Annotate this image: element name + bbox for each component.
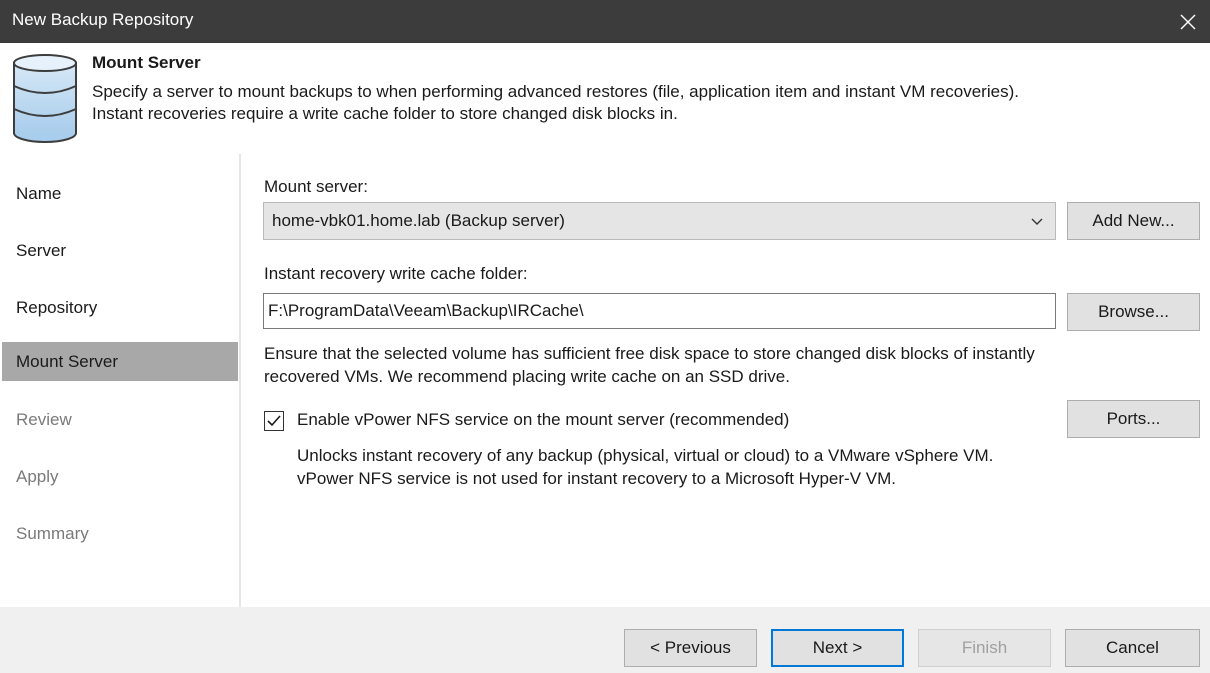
cache-folder-value: F:\ProgramData\Veeam\Backup\IRCache\	[268, 301, 584, 320]
page-title: Mount Server	[92, 53, 201, 72]
step-apply: Apply	[16, 466, 59, 486]
nfs-note-line-1: Unlocks instant recovery of any backup (…	[297, 446, 994, 465]
finish-button: Finish	[918, 629, 1051, 667]
wizard-header: Mount Server Specify a server to mount b…	[0, 43, 1210, 154]
mount-server-select[interactable]: home-vbk01.home.lab (Backup server)	[263, 202, 1056, 240]
ports-button[interactable]: Ports...	[1067, 400, 1200, 438]
browse-button[interactable]: Browse...	[1067, 293, 1200, 331]
page-description-line-2: Instant recoveries require a write cache…	[92, 104, 678, 123]
nfs-note: Unlocks instant recovery of any backup (…	[297, 444, 993, 490]
nfs-checkbox[interactable]	[264, 411, 284, 431]
step-name[interactable]: Name	[2, 174, 238, 213]
step-server[interactable]: Server	[2, 231, 238, 270]
page-description: Specify a server to mount backups to whe…	[92, 81, 1207, 125]
step-repository[interactable]: Repository	[2, 288, 238, 327]
mount-server-label: Mount server:	[264, 177, 368, 196]
database-icon	[13, 54, 77, 143]
nfs-checkbox-label[interactable]: Enable vPower NFS service on the mount s…	[297, 410, 789, 430]
add-new-button[interactable]: Add New...	[1067, 202, 1200, 240]
step-review: Review	[16, 409, 72, 429]
previous-button[interactable]: < Previous	[624, 629, 757, 667]
close-button[interactable]	[1166, 0, 1210, 43]
checkmark-icon	[267, 415, 281, 427]
window-title: New Backup Repository	[12, 10, 194, 29]
step-mount-server[interactable]: Mount Server	[2, 342, 238, 381]
cancel-button[interactable]: Cancel	[1065, 629, 1200, 667]
wizard-steps: Name Server Repository Mount Server Revi…	[0, 154, 241, 607]
cache-folder-input[interactable]: F:\ProgramData\Veeam\Backup\IRCache\	[263, 293, 1056, 329]
page-description-line-1: Specify a server to mount backups to whe…	[92, 82, 1019, 101]
cache-note-line-2: recovered VMs. We recommend placing writ…	[264, 367, 790, 386]
cache-note-line-1: Ensure that the selected volume has suff…	[264, 344, 1035, 363]
nfs-note-line-2: vPower NFS service is not used for insta…	[297, 469, 896, 488]
chevron-down-icon	[1031, 218, 1043, 225]
step-summary: Summary	[16, 523, 89, 543]
mount-server-value: home-vbk01.home.lab (Backup server)	[272, 211, 565, 230]
wizard-footer: < Previous Next > Finish Cancel	[0, 607, 1210, 673]
cache-folder-label: Instant recovery write cache folder:	[264, 264, 528, 283]
close-icon	[1180, 14, 1196, 29]
title-bar: New Backup Repository	[0, 0, 1210, 43]
next-button[interactable]: Next >	[771, 629, 904, 667]
cache-note: Ensure that the selected volume has suff…	[264, 342, 1035, 388]
